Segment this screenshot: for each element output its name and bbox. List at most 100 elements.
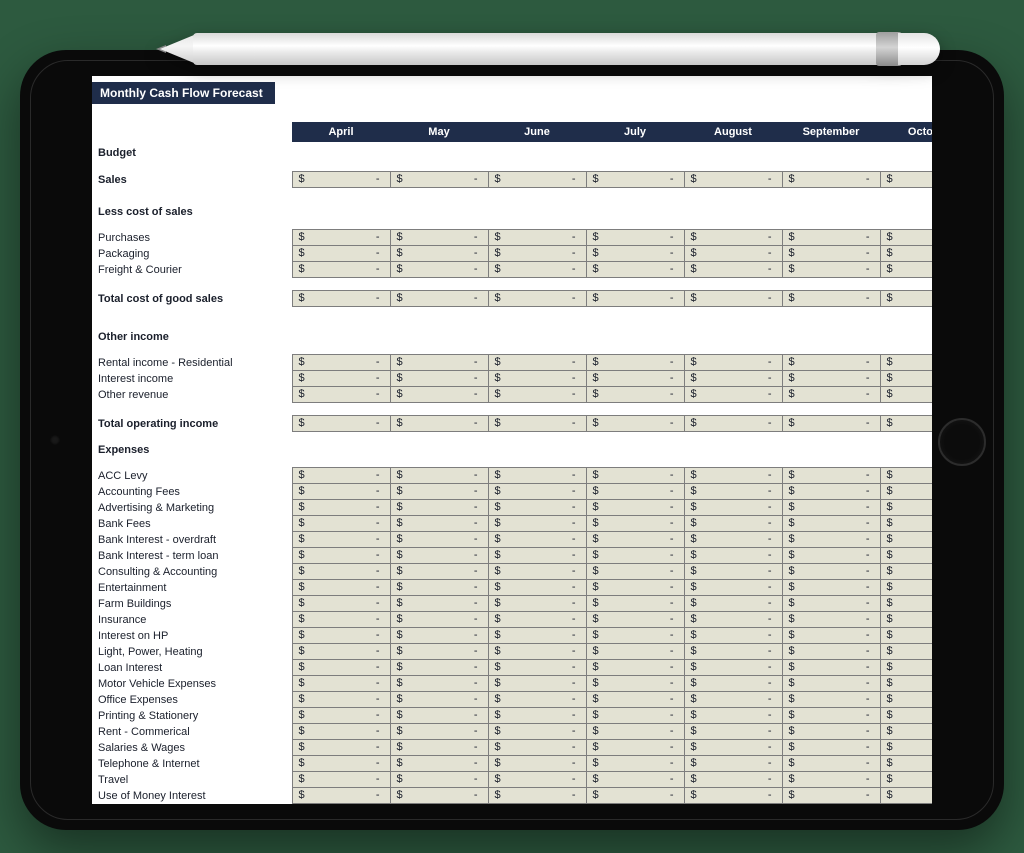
- money-cell[interactable]: $-: [488, 628, 586, 644]
- money-cell[interactable]: $-: [586, 612, 684, 628]
- money-cell[interactable]: $-: [684, 596, 782, 612]
- money-cell[interactable]: $-: [782, 291, 880, 307]
- money-cell[interactable]: $-: [390, 692, 488, 708]
- money-cell[interactable]: $-: [292, 371, 390, 387]
- money-cell[interactable]: $-: [880, 371, 932, 387]
- money-cell[interactable]: $-: [684, 788, 782, 804]
- money-cell[interactable]: $-: [488, 724, 586, 740]
- money-cell[interactable]: $-: [782, 676, 880, 692]
- money-cell[interactable]: $-: [684, 612, 782, 628]
- money-cell[interactable]: $-: [292, 612, 390, 628]
- money-cell[interactable]: $-: [488, 644, 586, 660]
- money-cell[interactable]: $-: [880, 532, 932, 548]
- money-cell[interactable]: $-: [782, 484, 880, 500]
- money-cell[interactable]: $-: [488, 416, 586, 432]
- money-cell[interactable]: $-: [390, 724, 488, 740]
- money-cell[interactable]: $-: [782, 416, 880, 432]
- money-cell[interactable]: $-: [586, 371, 684, 387]
- money-cell[interactable]: $-: [880, 708, 932, 724]
- money-cell[interactable]: $-: [488, 500, 586, 516]
- money-cell[interactable]: $-: [586, 468, 684, 484]
- money-cell[interactable]: $-: [684, 262, 782, 278]
- money-cell[interactable]: $-: [880, 172, 932, 188]
- money-cell[interactable]: $-: [586, 660, 684, 676]
- money-cell[interactable]: $-: [880, 724, 932, 740]
- money-cell[interactable]: $-: [586, 532, 684, 548]
- money-cell[interactable]: $-: [586, 596, 684, 612]
- money-cell[interactable]: $-: [390, 291, 488, 307]
- money-cell[interactable]: $-: [390, 596, 488, 612]
- money-cell[interactable]: $-: [684, 532, 782, 548]
- money-cell[interactable]: $-: [782, 387, 880, 403]
- money-cell[interactable]: $-: [390, 644, 488, 660]
- money-cell[interactable]: $-: [586, 724, 684, 740]
- money-cell[interactable]: $-: [684, 676, 782, 692]
- money-cell[interactable]: $-: [292, 246, 390, 262]
- money-cell[interactable]: $-: [488, 172, 586, 188]
- money-cell[interactable]: $-: [488, 756, 586, 772]
- money-cell[interactable]: $-: [586, 230, 684, 246]
- money-cell[interactable]: $-: [292, 660, 390, 676]
- money-cell[interactable]: $-: [782, 230, 880, 246]
- money-cell[interactable]: $-: [390, 788, 488, 804]
- money-cell[interactable]: $-: [390, 262, 488, 278]
- money-cell[interactable]: $-: [488, 484, 586, 500]
- money-cell[interactable]: $-: [586, 628, 684, 644]
- money-cell[interactable]: $-: [292, 468, 390, 484]
- money-cell[interactable]: $-: [390, 756, 488, 772]
- money-cell[interactable]: $-: [390, 676, 488, 692]
- money-cell[interactable]: $-: [586, 564, 684, 580]
- money-cell[interactable]: $-: [488, 564, 586, 580]
- money-cell[interactable]: $-: [488, 532, 586, 548]
- money-cell[interactable]: $-: [782, 596, 880, 612]
- money-cell[interactable]: $-: [782, 468, 880, 484]
- money-cell[interactable]: $-: [586, 740, 684, 756]
- money-cell[interactable]: $-: [488, 708, 586, 724]
- money-cell[interactable]: $-: [880, 500, 932, 516]
- money-cell[interactable]: $-: [586, 692, 684, 708]
- money-cell[interactable]: $-: [390, 230, 488, 246]
- money-cell[interactable]: $-: [880, 580, 932, 596]
- money-cell[interactable]: $-: [488, 468, 586, 484]
- money-cell[interactable]: $-: [684, 548, 782, 564]
- money-cell[interactable]: $-: [488, 788, 586, 804]
- money-cell[interactable]: $-: [782, 772, 880, 788]
- money-cell[interactable]: $-: [782, 548, 880, 564]
- money-cell[interactable]: $-: [586, 262, 684, 278]
- money-cell[interactable]: $-: [292, 262, 390, 278]
- money-cell[interactable]: $-: [488, 772, 586, 788]
- money-cell[interactable]: $-: [390, 387, 488, 403]
- money-cell[interactable]: $-: [292, 740, 390, 756]
- money-cell[interactable]: $-: [586, 172, 684, 188]
- money-cell[interactable]: $-: [292, 676, 390, 692]
- money-cell[interactable]: $-: [488, 596, 586, 612]
- money-cell[interactable]: $-: [684, 580, 782, 596]
- money-cell[interactable]: $-: [684, 291, 782, 307]
- money-cell[interactable]: $-: [390, 355, 488, 371]
- money-cell[interactable]: $-: [586, 355, 684, 371]
- money-cell[interactable]: $-: [292, 172, 390, 188]
- money-cell[interactable]: $-: [782, 612, 880, 628]
- money-cell[interactable]: $-: [390, 564, 488, 580]
- money-cell[interactable]: $-: [390, 246, 488, 262]
- money-cell[interactable]: $-: [782, 355, 880, 371]
- money-cell[interactable]: $-: [880, 612, 932, 628]
- money-cell[interactable]: $-: [684, 387, 782, 403]
- money-cell[interactable]: $-: [390, 548, 488, 564]
- money-cell[interactable]: $-: [292, 291, 390, 307]
- money-cell[interactable]: $-: [292, 644, 390, 660]
- money-cell[interactable]: $-: [880, 756, 932, 772]
- money-cell[interactable]: $-: [782, 628, 880, 644]
- money-cell[interactable]: $-: [684, 756, 782, 772]
- money-cell[interactable]: $-: [390, 532, 488, 548]
- money-cell[interactable]: $-: [390, 660, 488, 676]
- money-cell[interactable]: $-: [292, 580, 390, 596]
- money-cell[interactable]: $-: [684, 724, 782, 740]
- money-cell[interactable]: $-: [684, 644, 782, 660]
- money-cell[interactable]: $-: [390, 516, 488, 532]
- money-cell[interactable]: $-: [684, 708, 782, 724]
- money-cell[interactable]: $-: [782, 532, 880, 548]
- money-cell[interactable]: $-: [880, 564, 932, 580]
- money-cell[interactable]: $-: [488, 740, 586, 756]
- money-cell[interactable]: $-: [782, 660, 880, 676]
